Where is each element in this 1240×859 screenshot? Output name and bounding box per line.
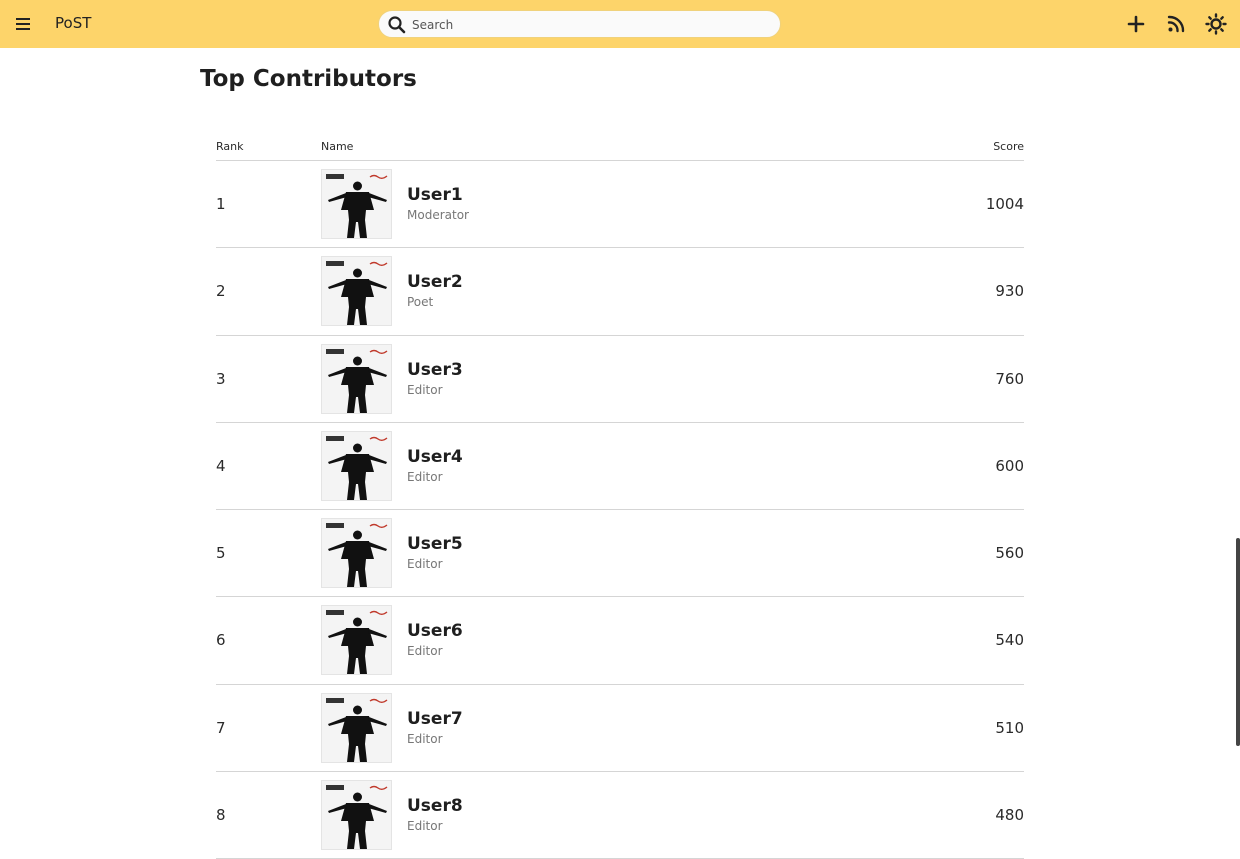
album-cover-avatar-art bbox=[322, 606, 391, 675]
user-name-link[interactable]: User3 bbox=[407, 360, 463, 380]
score-value: 560 bbox=[995, 544, 1024, 563]
user-role: Editor bbox=[407, 731, 443, 746]
user-name-link[interactable]: User1 bbox=[407, 185, 463, 205]
avatar[interactable] bbox=[321, 256, 392, 327]
app-name[interactable]: PoST bbox=[55, 14, 91, 32]
user-role: Editor bbox=[407, 382, 443, 397]
table-row[interactable]: 4 User4 Editor 600 bbox=[216, 423, 1024, 511]
album-cover-avatar-art bbox=[322, 781, 391, 850]
album-cover-avatar-art bbox=[322, 431, 391, 500]
top-bar: PoST bbox=[0, 0, 1240, 48]
menu-icon[interactable] bbox=[12, 14, 34, 34]
rank-value: 5 bbox=[216, 544, 226, 563]
search-input[interactable] bbox=[412, 15, 772, 35]
album-cover-avatar-art bbox=[322, 693, 391, 762]
contributors-table: Rank Name Score 1 User1 Moderator 1004 2 User… bbox=[216, 137, 1024, 859]
rank-value: 8 bbox=[216, 806, 226, 825]
search-bar[interactable] bbox=[378, 10, 781, 38]
score-value: 930 bbox=[995, 282, 1024, 301]
user-name-link[interactable]: User5 bbox=[407, 534, 463, 554]
avatar[interactable] bbox=[321, 343, 392, 414]
search-icon[interactable] bbox=[387, 15, 407, 35]
user-name-link[interactable]: User2 bbox=[407, 272, 463, 292]
rank-value: 1 bbox=[216, 195, 226, 213]
score-value: 480 bbox=[995, 806, 1024, 825]
avatar[interactable] bbox=[321, 605, 392, 676]
user-name-link[interactable]: User4 bbox=[407, 447, 463, 467]
user-role: Moderator bbox=[407, 208, 469, 222]
user-name-link[interactable]: User6 bbox=[407, 621, 463, 641]
table-row[interactable]: 1 User1 Moderator 1004 bbox=[216, 161, 1024, 249]
score-value: 600 bbox=[995, 456, 1024, 475]
rank-value: 7 bbox=[216, 718, 226, 737]
album-cover-avatar-art bbox=[322, 519, 391, 588]
column-header-name[interactable]: Name bbox=[321, 140, 353, 153]
table-row[interactable]: 8 User8 Editor 480 bbox=[216, 772, 1024, 859]
table-header: Rank Name Score bbox=[216, 137, 1024, 161]
rank-value: 2 bbox=[216, 282, 226, 301]
score-value: 510 bbox=[995, 718, 1024, 737]
avatar[interactable] bbox=[321, 430, 392, 501]
score-value: 760 bbox=[995, 369, 1024, 388]
score-value: 1004 bbox=[985, 195, 1024, 213]
rss-icon[interactable] bbox=[1164, 12, 1188, 36]
album-cover-avatar-art bbox=[322, 344, 391, 413]
user-role: Editor bbox=[407, 819, 443, 834]
user-name-link[interactable]: User8 bbox=[407, 796, 463, 816]
rank-value: 6 bbox=[216, 631, 226, 650]
user-role: Poet bbox=[407, 295, 434, 310]
table-row[interactable]: 7 User7 Editor 510 bbox=[216, 685, 1024, 773]
scrollbar[interactable] bbox=[1236, 538, 1240, 746]
table-body: 1 User1 Moderator 1004 2 User2 Poet 930 3 User3 Ed… bbox=[216, 161, 1024, 859]
page-title: Top Contributors bbox=[200, 66, 417, 92]
rank-value: 3 bbox=[216, 369, 226, 388]
album-cover-avatar-art bbox=[322, 170, 391, 238]
table-row[interactable]: 3 User3 Editor 760 bbox=[216, 336, 1024, 423]
user-name-link[interactable]: User7 bbox=[407, 709, 463, 729]
avatar[interactable] bbox=[321, 780, 392, 851]
column-header-score[interactable]: Score bbox=[993, 140, 1024, 153]
table-row[interactable]: 6 User6 Editor 540 bbox=[216, 597, 1024, 685]
table-row[interactable]: 5 User5 Editor 560 bbox=[216, 510, 1024, 598]
user-role: Editor bbox=[407, 469, 443, 484]
plus-icon[interactable] bbox=[1124, 12, 1148, 36]
album-cover-avatar-art bbox=[322, 257, 391, 326]
sun-icon[interactable] bbox=[1204, 12, 1228, 36]
avatar[interactable] bbox=[321, 692, 392, 763]
table-row[interactable]: 2 User2 Poet 930 bbox=[216, 248, 1024, 336]
column-header-rank[interactable]: Rank bbox=[216, 140, 243, 153]
avatar[interactable] bbox=[321, 518, 392, 589]
user-role: Editor bbox=[407, 644, 443, 659]
user-role: Editor bbox=[407, 557, 443, 572]
rank-value: 4 bbox=[216, 456, 226, 475]
score-value: 540 bbox=[995, 631, 1024, 650]
avatar[interactable] bbox=[321, 169, 392, 239]
